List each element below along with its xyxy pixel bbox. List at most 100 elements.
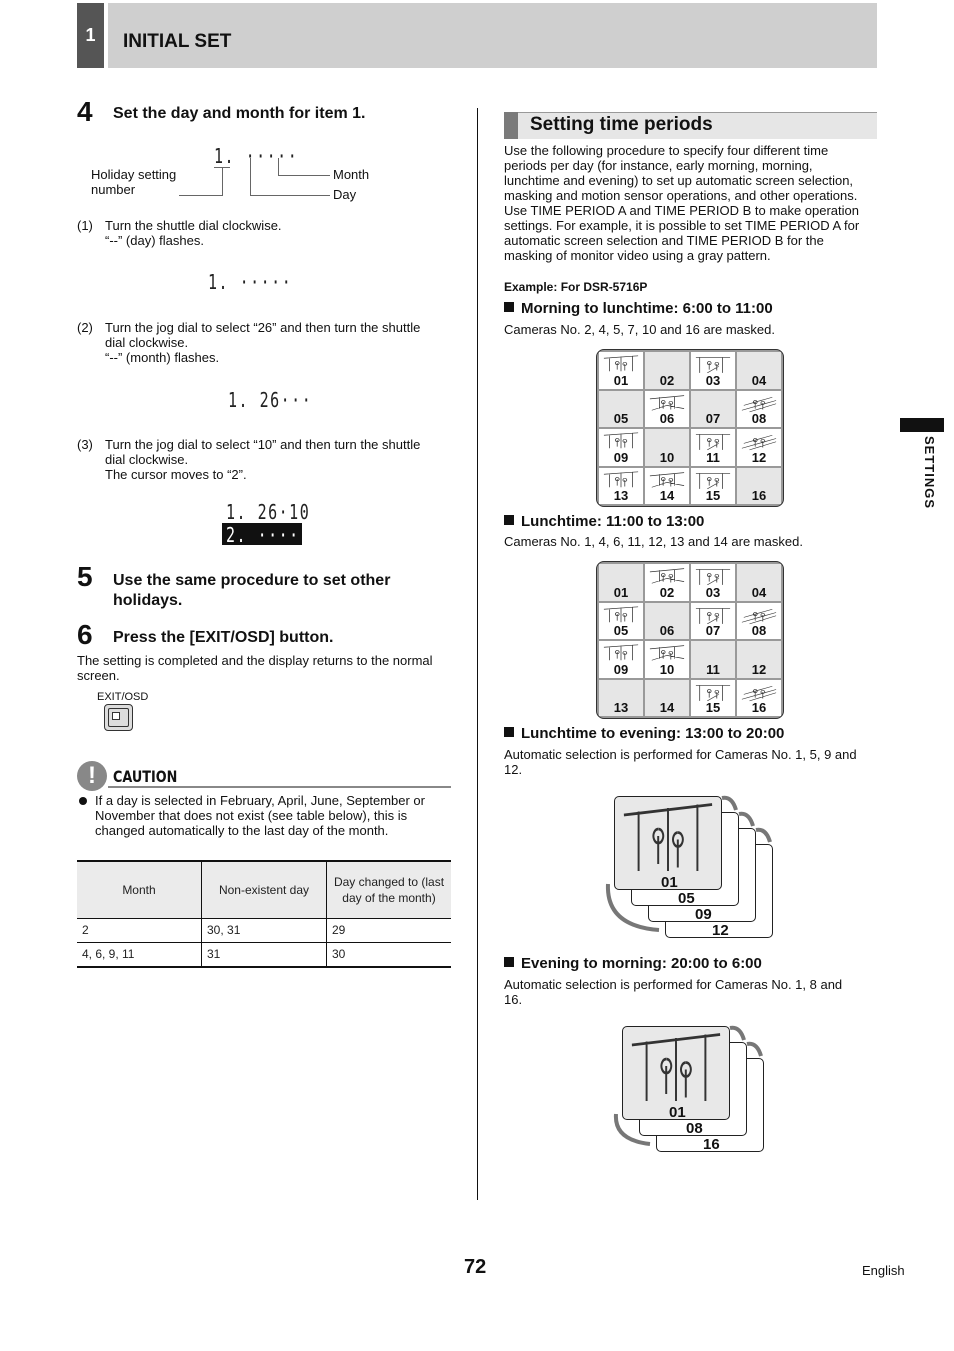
exclamation-icon: !: [77, 761, 107, 791]
column-divider: [477, 108, 478, 1200]
camera-tile: 09: [599, 641, 643, 678]
period-2-heading-text: Lunchtime: 11:00 to 13:00: [521, 513, 705, 530]
table-cell: 30: [326, 942, 451, 968]
lcd-display-step-2: 1. 26···: [228, 388, 313, 412]
substep-text: Turn the jog dial to select “26” and the…: [105, 320, 421, 335]
camera-tile-masked: 05: [599, 390, 643, 427]
intro-line: settings. For example, it is possible to…: [504, 218, 860, 233]
cycle-arrow-icon: [755, 827, 772, 843]
language-label: English: [862, 1263, 905, 1278]
camera-sequence-evening-to-morning: 16 08 01: [608, 1020, 778, 1155]
period-1-heading-text: Morning to lunchtime: 6:00 to 11:00: [521, 300, 773, 317]
period-3-description-line: Automatic selection is performed for Cam…: [504, 747, 857, 762]
intro-line: masking of monitor video using a gray pa…: [504, 248, 771, 263]
camera-tile: 05: [599, 602, 643, 639]
caution-text: If a day is selected in February, April,…: [95, 793, 455, 838]
step-6-number: 6: [77, 619, 93, 650]
return-arrow-icon: [613, 1113, 651, 1146]
exit-osd-button[interactable]: [104, 704, 133, 731]
camera-number: 05: [613, 623, 629, 638]
chapter-number: 1: [77, 3, 104, 68]
camera-number: 07: [705, 623, 721, 638]
camera-number: 14: [659, 488, 675, 503]
square-bullet-icon: [504, 302, 514, 312]
cycle-arrow-icon: [746, 1041, 763, 1057]
camera-tile-masked: 01: [599, 564, 643, 601]
camera-number: 13: [613, 488, 629, 503]
step-5-title-line: holidays.: [113, 592, 183, 609]
page-number: 72: [464, 1256, 487, 1278]
period-2-description: Cameras No. 1, 4, 6, 11, 12, 13 and 14 a…: [504, 534, 803, 549]
camera-number: 09: [613, 449, 629, 465]
camera-tile-masked: 10: [645, 429, 689, 466]
cycle-arrow-icon: [729, 1025, 746, 1041]
label-month: Month: [333, 167, 370, 182]
camera-tile: 16: [737, 679, 781, 716]
camera-number: 01: [613, 584, 629, 600]
camera-tile-masked: 06: [645, 602, 689, 639]
square-bullet-icon: [504, 515, 514, 525]
table-cell: 2: [77, 918, 202, 943]
cycle-arrow-icon: [721, 795, 738, 811]
lcd-display-step-1: 1. ·····: [208, 270, 293, 294]
side-tab-settings: SETTINGS: [922, 436, 937, 510]
camera-grid-lunchtime: 01 02 03 04 05 06 07 08 09 10 11 12 13 14 15 16: [596, 561, 784, 719]
camera-tile: 15: [691, 679, 735, 716]
camera-number: 09: [613, 661, 629, 677]
step-6-text-line: screen.: [77, 668, 120, 683]
camera-tile: 08: [737, 390, 781, 427]
camera-tile: 10: [645, 641, 689, 678]
period-3-heading: Lunchtime to evening: 13:00 to 20:00: [504, 725, 784, 743]
lcd-display-format: 1. ·····: [214, 144, 299, 168]
leader-line: [250, 195, 330, 196]
step-5-title-line: Use the same procedure to set other: [113, 572, 391, 589]
side-tab-marker: [900, 418, 944, 432]
camera-tile-masked: 16: [737, 467, 781, 504]
camera-number: 12: [751, 661, 767, 677]
camera-number: 02: [659, 584, 675, 600]
period-1-description: Cameras No. 2, 4, 5, 7, 10 and 16 are ma…: [504, 322, 775, 337]
period-4-description-line: Automatic selection is performed for Cam…: [504, 977, 843, 992]
table-cell: 30, 31: [201, 918, 327, 943]
camera-number: 06: [659, 411, 675, 426]
table-cell: 31: [201, 942, 327, 968]
camera-grid-morning: 01 02 03 04 05 06 07 08 09 10 11 12 13 14 15 16: [596, 349, 784, 507]
leader-line: [222, 167, 223, 195]
cycle-arrow-icon: [738, 811, 755, 827]
leader-line: [278, 175, 330, 176]
table-header-cell: Non-existent day: [201, 861, 327, 919]
intro-line: Use TIME PERIOD A and TIME PERIOD B to m…: [504, 203, 859, 218]
period-3-description: Automatic selection is performed for Cam…: [504, 747, 857, 777]
camera-number: 01: [613, 372, 629, 388]
camera-tile: 11: [691, 429, 735, 466]
substep-text: “--” (day) flashes.: [105, 233, 204, 248]
period-4-heading: Evening to morning: 20:00 to 6:00: [504, 955, 762, 973]
camera-tile: 08: [737, 602, 781, 639]
camera-number: 06: [659, 623, 675, 638]
period-3-heading-text: Lunchtime to evening: 13:00 to 20:00: [521, 725, 785, 742]
non-existent-day-table: Month Non-existent day Day changed to (l…: [77, 860, 451, 968]
table-row: 2 30, 31 29: [77, 918, 451, 943]
lcd-display-step-3: 1. 26·10: [226, 500, 311, 524]
step-6-description: The setting is completed and the display…: [77, 653, 433, 683]
camera-number: 10: [659, 449, 675, 465]
chapter-title: INITIAL SET: [123, 31, 232, 52]
period-4-heading-text: Evening to morning: 20:00 to 6:00: [521, 955, 762, 972]
camera-tile: 12: [737, 429, 781, 466]
camera-number: 12: [751, 449, 767, 465]
camera-number: 13: [613, 700, 629, 715]
leader-line: [179, 195, 223, 196]
table-cell: 4, 6, 9, 11: [77, 942, 202, 968]
camera-tile: 09: [599, 429, 643, 466]
substep-text: “--” (month) flashes.: [105, 350, 220, 365]
camera-tile-masked: 13: [599, 679, 643, 716]
substep-text: dial clockwise.: [105, 335, 189, 350]
square-bullet-icon: [504, 727, 514, 737]
square-bullet-icon: [504, 957, 514, 967]
camera-number: 16: [751, 488, 767, 503]
example-label: Example: For DSR-5716P: [504, 280, 648, 294]
camera-number: 08: [751, 411, 767, 426]
camera-number: 11: [706, 661, 720, 677]
camera-number: 04: [751, 584, 767, 600]
bullet-icon: [79, 797, 87, 805]
